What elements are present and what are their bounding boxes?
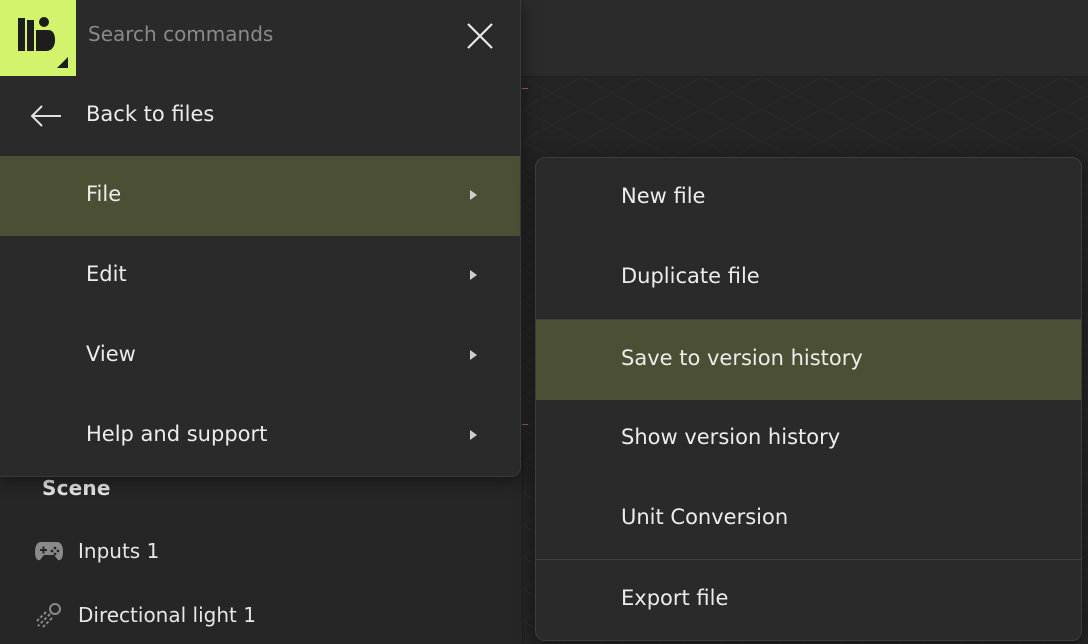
- menu-item-edit[interactable]: Edit: [0, 236, 520, 316]
- directional-light-icon: [34, 600, 64, 630]
- menu-item-file[interactable]: File: [0, 156, 520, 236]
- submenu-item-export-file[interactable]: Export file: [536, 560, 1081, 640]
- menu-item-view[interactable]: View: [0, 316, 520, 396]
- submenu-item-label: Save to version history: [621, 346, 863, 370]
- scene-item-directional-light[interactable]: Directional light 1: [34, 600, 256, 630]
- submenu-item-label: Show version history: [621, 425, 841, 449]
- submenu-item-save-to-version-history[interactable]: Save to version history: [536, 320, 1081, 400]
- submenu-item-label: Unit Conversion: [621, 505, 789, 529]
- menu-item-label: Help and support: [86, 422, 268, 446]
- scene-item-label: Inputs 1: [78, 539, 160, 563]
- close-button[interactable]: [460, 16, 500, 56]
- menu-item-label: File: [86, 182, 122, 206]
- canvas-marker: [522, 424, 528, 425]
- scene-item-inputs[interactable]: Inputs 1: [34, 536, 159, 566]
- canvas-marker: [522, 88, 528, 89]
- submenu-item-new-file[interactable]: New file: [536, 158, 1081, 238]
- menu-item-label: Edit: [86, 262, 127, 286]
- menu-item-help-and-support[interactable]: Help and support: [0, 396, 520, 476]
- submenu-item-duplicate-file[interactable]: Duplicate file: [536, 238, 1081, 318]
- chevron-right-icon: [470, 190, 477, 200]
- chevron-right-icon: [470, 430, 477, 440]
- submenu-item-label: Duplicate file: [621, 264, 760, 288]
- submenu-item-show-version-history[interactable]: Show version history: [536, 399, 1081, 479]
- submenu-item-unit-conversion[interactable]: Unit Conversion: [536, 479, 1081, 559]
- scene-item-label: Directional light 1: [78, 603, 256, 627]
- submenu-item-label: New file: [621, 184, 706, 208]
- app-logo[interactable]: [0, 0, 76, 76]
- gamepad-icon: [34, 536, 64, 566]
- back-to-files-button[interactable]: Back to files: [0, 76, 520, 156]
- file-submenu: New file Duplicate file Save to version …: [535, 157, 1082, 641]
- arrow-left-icon: [30, 104, 62, 132]
- back-to-files-label: Back to files: [86, 102, 215, 126]
- chevron-right-icon: [470, 350, 477, 360]
- chevron-right-icon: [470, 270, 477, 280]
- submenu-item-label: Export file: [621, 586, 729, 610]
- menu-item-label: View: [86, 342, 136, 366]
- close-icon: [467, 23, 493, 49]
- scene-title: Scene: [42, 476, 111, 500]
- command-menu: Search commands Back to files File Edit …: [0, 0, 521, 477]
- search-input[interactable]: Search commands: [88, 22, 273, 46]
